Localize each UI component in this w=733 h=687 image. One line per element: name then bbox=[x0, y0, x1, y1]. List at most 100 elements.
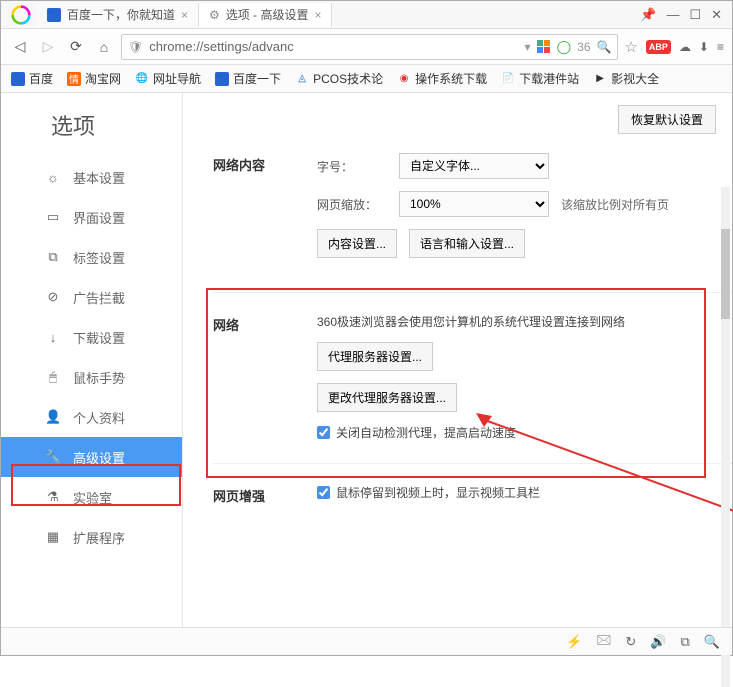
section-title-webcontent: 网络内容 bbox=[213, 153, 293, 270]
translate-icon[interactable]: 🖂 bbox=[596, 631, 611, 653]
apps-icon[interactable] bbox=[537, 40, 551, 53]
baidu-icon: 🐾 bbox=[47, 8, 61, 22]
sidebar-title: 选项 bbox=[1, 93, 182, 157]
sidebar-label: 基本设置 bbox=[73, 168, 125, 187]
bookmark-item[interactable]: 🐾百度一下 bbox=[215, 70, 281, 87]
search-icon[interactable]: 🔍 bbox=[597, 40, 612, 54]
bookmark-item[interactable]: ▶ 影视大全 bbox=[593, 70, 659, 87]
forward-button[interactable]: ▷ bbox=[37, 36, 59, 58]
bookmark-item[interactable]: 情淘宝网 bbox=[67, 70, 121, 87]
section-title-enhance: 网页增强 bbox=[213, 484, 293, 505]
menu-icon[interactable]: ≡ bbox=[717, 40, 724, 54]
minimize-button[interactable]: — bbox=[666, 7, 679, 23]
scrollbar-vertical[interactable] bbox=[721, 187, 730, 687]
browser-toolbar: ◁ ▷ ⟳ ⌂ 🛡 ▾ ◯ 36 🔍 ☆ ABP ☁ ⬇ ≡ bbox=[1, 29, 732, 65]
bookmark-item[interactable]: ◉ 操作系统下载 bbox=[397, 70, 487, 87]
zoom-icon[interactable]: 🔍 bbox=[704, 634, 720, 650]
zoom-hint: 该缩放比例对所有页 bbox=[561, 196, 669, 213]
url-input[interactable] bbox=[149, 39, 518, 54]
bookmark-item[interactable]: ◬ PCOS技术论 bbox=[295, 70, 383, 87]
bookmark-item[interactable]: 📄 下载港件站 bbox=[501, 70, 579, 87]
zoom-select[interactable]: 100% bbox=[399, 191, 549, 217]
movie-icon: ▶ bbox=[593, 72, 607, 86]
shield-icon: 🛡 bbox=[128, 40, 143, 54]
download-icon[interactable]: ⬇ bbox=[699, 40, 709, 54]
status-bar: ⚡ 🖂 ↻ 🔊 ⧉ 🔍 bbox=[1, 627, 732, 655]
sidebar-label: 扩展程序 bbox=[73, 528, 125, 547]
annotation-highlight bbox=[206, 288, 706, 478]
bookmark-label: 淘宝网 bbox=[85, 70, 121, 87]
sidebar-label: 标签设置 bbox=[73, 248, 125, 267]
sidebar-label: 鼠标手势 bbox=[73, 368, 125, 387]
search-count: 36 bbox=[577, 40, 590, 54]
bookmark-label: 网址导航 bbox=[153, 70, 201, 87]
star-icon[interactable]: ☆ bbox=[624, 38, 637, 56]
tab-close-icon[interactable]: × bbox=[181, 8, 188, 22]
bookmark-label: 百度一下 bbox=[233, 70, 281, 87]
pin-icon[interactable]: 📌 bbox=[640, 7, 656, 23]
os-icon: ◉ bbox=[397, 72, 411, 86]
sidebar-item-basic[interactable]: ☼ 基本设置 bbox=[1, 157, 182, 197]
window-controls: 📌 — ☐ ✕ bbox=[640, 7, 728, 23]
bookmarks-bar: 🐾 百度 情淘宝网 🌐 网址导航 🐾百度一下 ◬ PCOS技术论 ◉ 操作系统下载 📄 下… bbox=[1, 65, 732, 93]
download-icon: 📄 bbox=[501, 72, 515, 86]
sidebar-item-adblock[interactable]: ⊘ 广告拦截 bbox=[1, 277, 182, 317]
sidebar-item-tabs[interactable]: ⧉ 标签设置 bbox=[1, 237, 182, 277]
sidebar-item-mouse[interactable]: 🖱鼠标手势 bbox=[1, 357, 182, 397]
split-icon[interactable]: ⧉ bbox=[681, 634, 690, 650]
font-label: 字号： bbox=[317, 158, 387, 175]
tabs-icon: ⧉ bbox=[45, 249, 61, 265]
address-bar[interactable]: 🛡 ▾ ◯ 36 🔍 bbox=[121, 34, 618, 60]
sidebar-item-extensions[interactable]: ▦ 扩展程序 bbox=[1, 517, 182, 557]
block-icon: ⊘ bbox=[45, 289, 61, 305]
sidebar-label: 下载设置 bbox=[73, 328, 125, 347]
taobao-icon: 情 bbox=[67, 72, 81, 86]
globe-icon: 🌐 bbox=[135, 72, 149, 86]
content-settings-button[interactable]: 内容设置... bbox=[317, 229, 397, 258]
dropdown-icon[interactable]: ▾ bbox=[525, 40, 531, 54]
reload-button[interactable]: ⟳ bbox=[65, 36, 87, 58]
page-content: 选项 ☼ 基本设置 ▭ 界面设置 ⧉ 标签设置 ⊘ 广告拦截 ↓下载设置 🖱鼠标手势 👤… bbox=[1, 93, 732, 627]
zoom-label: 网页缩放： bbox=[317, 196, 387, 213]
back-button[interactable]: ◁ bbox=[9, 36, 31, 58]
settings-sidebar: 选项 ☼ 基本设置 ▭ 界面设置 ⧉ 标签设置 ⊘ 广告拦截 ↓下载设置 🖱鼠标手势 👤… bbox=[1, 93, 183, 627]
baidu-icon: 🐾 bbox=[11, 72, 25, 86]
close-button[interactable]: ✕ bbox=[711, 7, 722, 23]
lang-settings-button[interactable]: 语言和输入设置... bbox=[409, 229, 525, 258]
circle-icon[interactable]: ◯ bbox=[557, 39, 572, 55]
tab-title: 百度一下，你就知道 bbox=[67, 6, 175, 23]
maximize-button[interactable]: ☐ bbox=[689, 7, 701, 23]
sidebar-label: 个人资料 bbox=[73, 408, 125, 427]
tab-close-icon[interactable]: × bbox=[314, 8, 321, 22]
sidebar-label: 界面设置 bbox=[73, 208, 125, 227]
grid-icon: ▦ bbox=[45, 529, 61, 545]
browser-tab-active[interactable]: ⚙ 选项 - 高级设置 × bbox=[199, 3, 332, 27]
window-icon: ▭ bbox=[45, 209, 61, 225]
bookmark-item[interactable]: 🐾 百度 bbox=[11, 70, 53, 87]
cloud-icon[interactable]: ☁ bbox=[679, 40, 691, 54]
sidebar-item-download[interactable]: ↓下载设置 bbox=[1, 317, 182, 357]
abp-icon[interactable]: ABP bbox=[646, 40, 671, 54]
browser-tab[interactable]: 🐾 百度一下，你就知道 × bbox=[37, 3, 199, 27]
bookmark-label: 百度 bbox=[29, 70, 53, 87]
bookmark-item[interactable]: 🌐 网址导航 bbox=[135, 70, 201, 87]
checkbox-label: 鼠标停留到视频上时，显示视频工具栏 bbox=[336, 484, 540, 501]
sound-icon[interactable]: 🔊 bbox=[650, 634, 666, 650]
pcos-icon: ◬ bbox=[295, 72, 309, 86]
user-icon: 👤 bbox=[45, 409, 61, 425]
restore-default-button[interactable]: 恢复默认设置 bbox=[618, 105, 716, 134]
sidebar-label: 广告拦截 bbox=[73, 288, 125, 307]
bookmark-label: 下载港件站 bbox=[519, 70, 579, 87]
bookmark-label: 操作系统下载 bbox=[415, 70, 487, 87]
bookmark-label: PCOS技术论 bbox=[313, 70, 383, 87]
sun-icon: ☼ bbox=[45, 170, 61, 185]
scrollbar-thumb[interactable] bbox=[721, 229, 730, 319]
bookmark-label: 影视大全 bbox=[611, 70, 659, 87]
video-toolbar-checkbox[interactable] bbox=[317, 486, 330, 499]
compat-icon[interactable]: ⚡ bbox=[566, 634, 582, 650]
sidebar-item-ui[interactable]: ▭ 界面设置 bbox=[1, 197, 182, 237]
sidebar-item-profile[interactable]: 👤 个人资料 bbox=[1, 397, 182, 437]
font-select[interactable]: 自定义字体... bbox=[399, 153, 549, 179]
home-button[interactable]: ⌂ bbox=[93, 36, 115, 58]
refresh-icon[interactable]: ↻ bbox=[625, 634, 636, 650]
